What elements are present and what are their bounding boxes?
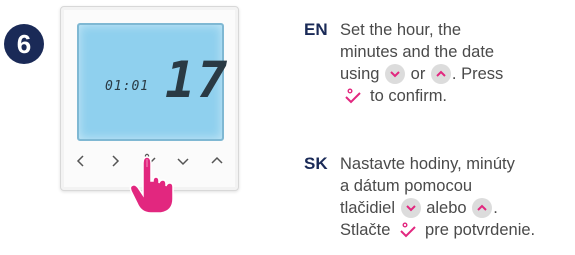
sk-line-3: tlačidiel alebo . <box>340 197 498 219</box>
down-arrow-icon <box>400 198 421 218</box>
pressing-hand-icon <box>121 153 183 220</box>
instructions-en: EN Set the hour, the minutes and the dat… <box>304 19 569 129</box>
sk-line-4-text-a: Stlačte <box>340 221 391 239</box>
step-number-badge: 6 <box>4 24 44 64</box>
confirm-icon <box>342 86 364 106</box>
up-arrow-icon <box>430 64 451 84</box>
up-arrow-icon <box>472 198 493 218</box>
up-arrow-icon[interactable] <box>207 151 227 171</box>
lang-code-en: EN <box>304 20 328 39</box>
left-arrow-icon[interactable] <box>71 151 91 171</box>
sk-line-1: Nastavte hodiny, minúty <box>340 155 515 173</box>
en-line-1: Set the hour, the <box>340 21 462 39</box>
en-line-3: using or . Press <box>340 63 503 85</box>
lcd-screen: 01:01 17 <box>77 23 227 141</box>
en-line-2: minutes and the date <box>340 43 495 61</box>
en-line-3-text-b: or <box>410 65 426 83</box>
en-line-4: to confirm. <box>340 85 447 107</box>
sk-line-3-text-c: . <box>493 199 498 217</box>
sk-line-4: Stlačte pre potvrdenie. <box>340 219 535 241</box>
en-line-3-text-c: . Press <box>451 65 504 83</box>
sk-line-3-text-b: alebo <box>426 199 467 217</box>
sk-line-2: a dátum pomocou <box>340 177 473 195</box>
en-line-3-text-a: using <box>340 65 380 83</box>
lang-code-sk: SK <box>304 154 328 173</box>
sk-line-4-text-b: pre potvrdenie. <box>425 221 536 239</box>
instructions-sk: SK Nastavte hodiny, minúty a dátum pomoc… <box>304 153 569 253</box>
time-readout: 01:01 <box>105 79 150 94</box>
en-line-4-text: to confirm. <box>370 87 448 105</box>
down-arrow-icon <box>385 64 406 84</box>
day-readout: 17 <box>165 51 230 109</box>
confirm-icon <box>397 220 419 240</box>
sk-line-3-text-a: tlačidiel <box>340 199 396 217</box>
